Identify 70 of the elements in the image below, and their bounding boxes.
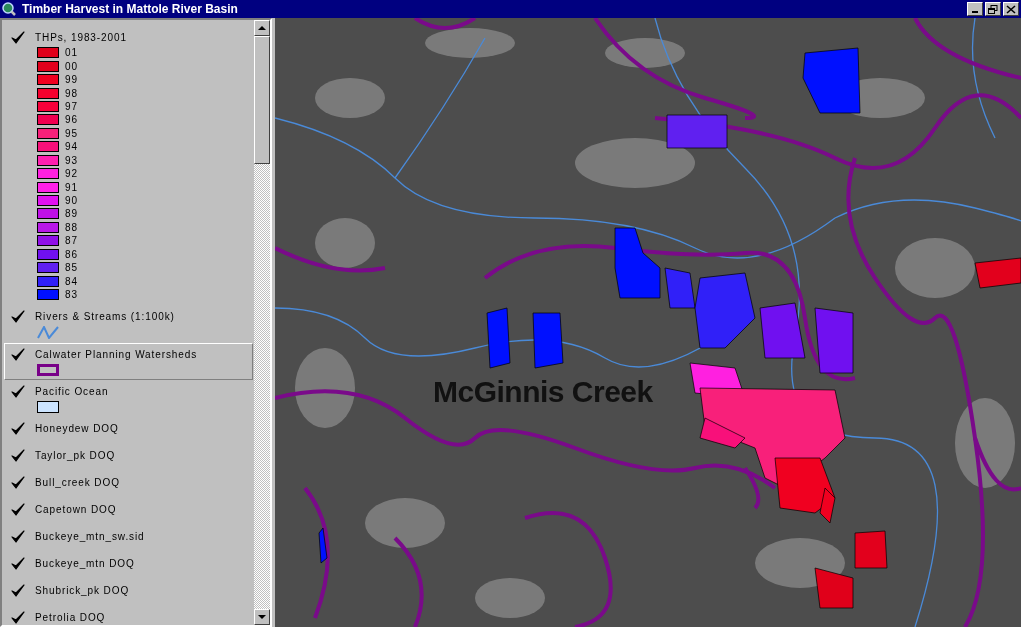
window-title: Timber Harvest in Mattole River Basin [22, 2, 239, 16]
scroll-thumb[interactable] [254, 36, 270, 164]
layer-name: Taylor_pk DOQ [35, 450, 116, 462]
class-label: 94 [65, 141, 78, 153]
minimize-button[interactable] [967, 2, 983, 16]
layer-name: THPs, 1983-2001 [35, 32, 127, 43]
close-icon [1006, 4, 1016, 14]
vertical-scrollbar[interactable] [254, 20, 270, 625]
class-label: 99 [65, 74, 78, 86]
class-label: 97 [65, 100, 78, 112]
globe-magnifier-icon [2, 2, 16, 16]
layer-entry[interactable]: Buckeye_mtn DOQ [4, 552, 253, 580]
layer-name: Bull_creek DOQ [35, 477, 120, 489]
class-label: 01 [65, 47, 78, 59]
layer-checkbox[interactable] [11, 384, 25, 399]
layer-entry[interactable]: Capetown DOQ [4, 498, 253, 526]
layer-checkbox[interactable] [11, 309, 25, 324]
layer-checkbox[interactable] [11, 30, 25, 45]
layer-entry[interactable]: Rivers & Streams (1:100k) [4, 305, 253, 344]
minimize-icon [972, 10, 978, 13]
class-label: 90 [65, 195, 78, 207]
layer-name: Honeydew DOQ [35, 423, 119, 435]
class-label: 86 [65, 248, 78, 260]
layer-entry[interactable]: Honeydew DOQ [4, 417, 253, 445]
restore-button[interactable] [985, 2, 1001, 16]
layer-checkbox[interactable] [11, 475, 25, 490]
class-label: 98 [65, 87, 78, 99]
class-label: 96 [65, 114, 78, 126]
layer-name: Shubrick_pk DOQ [35, 585, 130, 597]
layer-name: Pacific Ocean [35, 386, 109, 398]
layer-entry[interactable]: Petrolia DOQ [4, 606, 253, 625]
class-label: 91 [65, 181, 78, 193]
scroll-down-button[interactable] [254, 609, 270, 625]
layer-entry[interactable]: Pacific Ocean [4, 380, 253, 418]
class-label: 95 [65, 127, 78, 139]
restore-icon [988, 4, 998, 14]
layer-checkbox[interactable] [11, 347, 25, 362]
layer-name: Capetown DOQ [35, 504, 117, 516]
class-label: 83 [65, 289, 78, 301]
up-arrow-icon [258, 25, 266, 31]
class-label: 88 [65, 221, 78, 233]
down-arrow-icon [258, 614, 266, 620]
class-label: 84 [65, 275, 78, 287]
layer-name: Buckeye_mtn DOQ [35, 558, 135, 570]
class-label: 85 [65, 262, 78, 274]
map-label: McGinnis Creek [433, 375, 653, 409]
class-label: 00 [65, 60, 78, 72]
layer-entry[interactable]: Buckeye_mtn_sw.sid [4, 525, 253, 553]
layer-checkbox[interactable] [11, 421, 25, 436]
layer-entry[interactable]: Taylor_pk DOQ [4, 444, 253, 472]
layer-checkbox[interactable] [11, 448, 25, 463]
scroll-up-button[interactable] [254, 20, 270, 36]
close-button[interactable] [1003, 2, 1019, 16]
layer-entry[interactable]: THPs, 1983-2001 01 00 99 98 97 96 95 94 93 92 91 90 89 88 87 86 85 84 83 [4, 26, 253, 306]
layer-entry[interactable]: Calwater Planning Watersheds [4, 343, 253, 381]
layer-checkbox[interactable] [11, 556, 25, 571]
class-label: 87 [65, 235, 78, 247]
layer-checkbox[interactable] [11, 529, 25, 544]
layer-entry[interactable]: Shubrick_pk DOQ [4, 579, 253, 607]
layer-checkbox[interactable] [11, 610, 25, 625]
layer-name: Petrolia DOQ [35, 612, 106, 624]
class-label: 93 [65, 154, 78, 166]
layer-checkbox[interactable] [11, 583, 25, 598]
layer-entry[interactable]: Bull_creek DOQ [4, 471, 253, 499]
layer-name: Buckeye_mtn_sw.sid [35, 531, 145, 543]
layer-name: Rivers & Streams (1:100k) [35, 311, 175, 323]
layer-checkbox[interactable] [11, 502, 25, 517]
class-label: 92 [65, 168, 78, 180]
class-label: 89 [65, 208, 78, 220]
layer-name: Calwater Planning Watersheds [35, 349, 198, 361]
